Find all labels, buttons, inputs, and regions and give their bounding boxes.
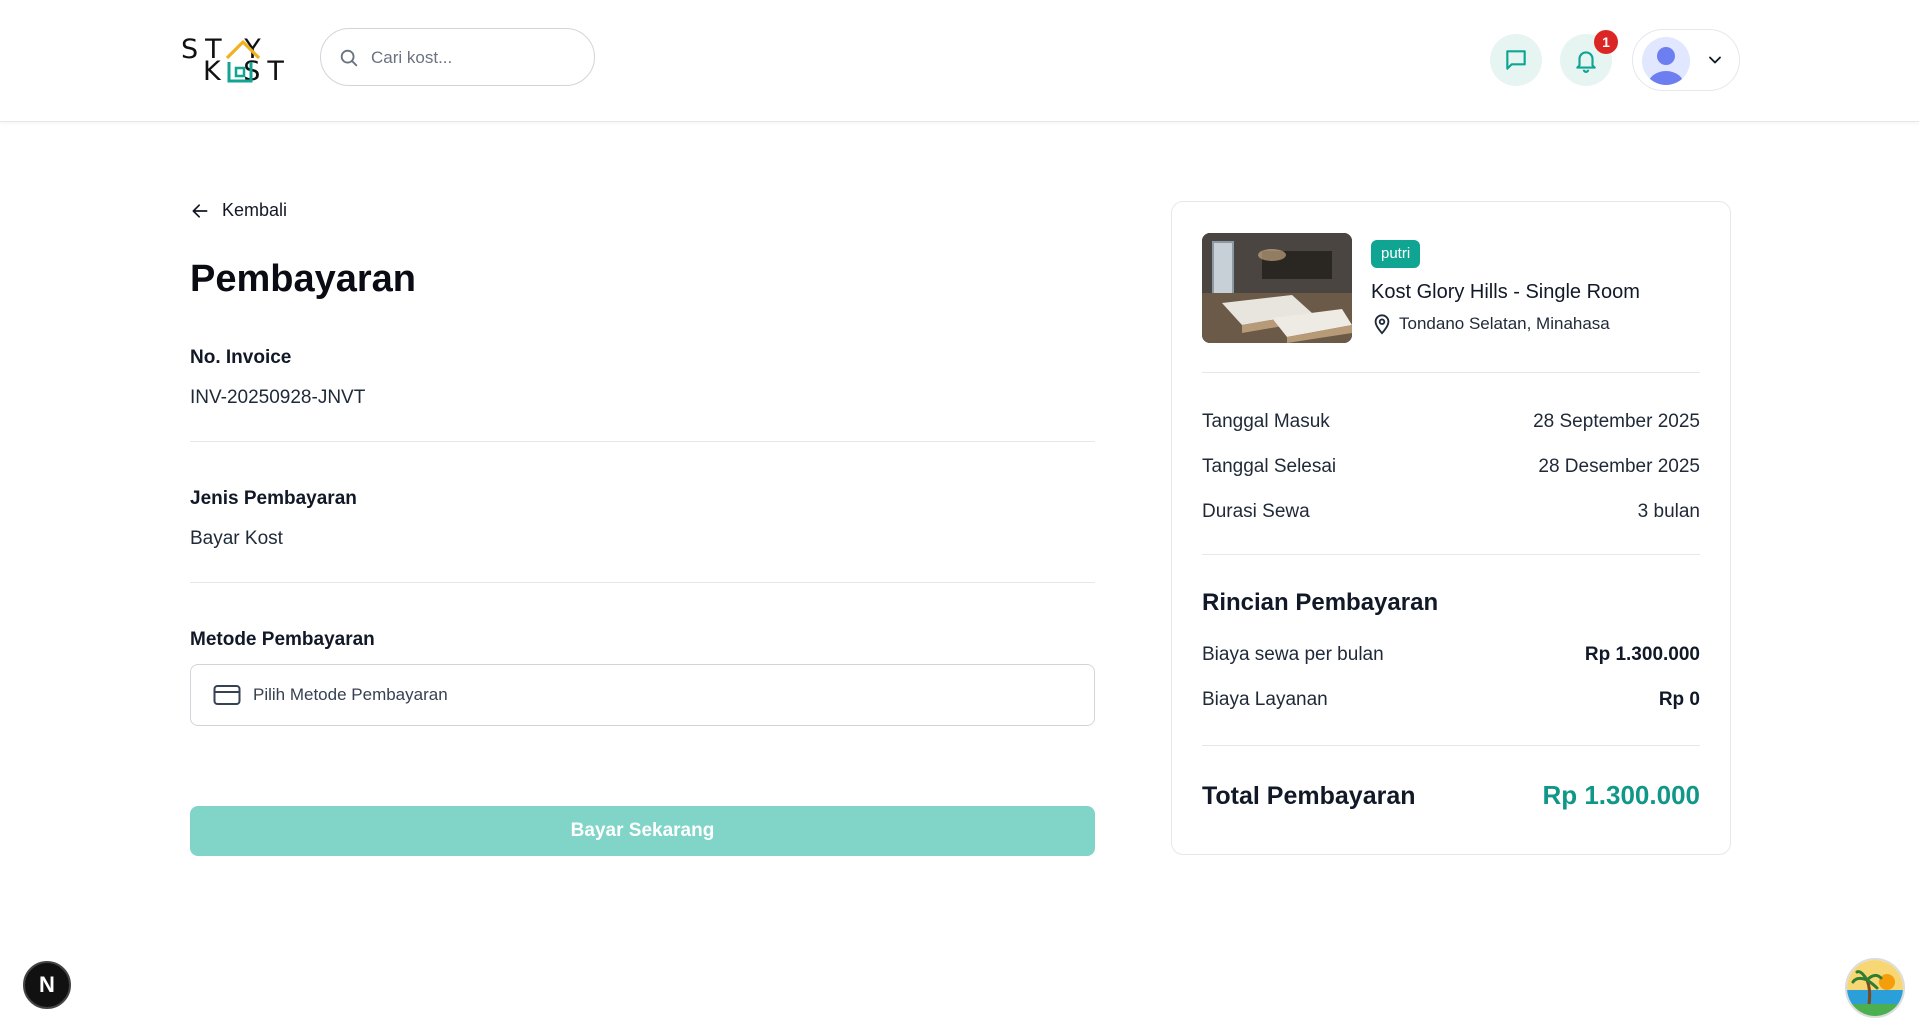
payment-details-title: Rincian Pembayaran [1202, 589, 1439, 616]
duration-row: Durasi Sewa 3 bulan [1202, 501, 1700, 523]
check-in-row: Tanggal Masuk 28 September 2025 [1202, 411, 1700, 433]
pay-now-button[interactable]: Bayar Sekarang [190, 806, 1095, 856]
payment-method-select[interactable]: Pilih Metode Pembayaran [190, 664, 1095, 726]
row-label: Tanggal Selesai [1202, 456, 1337, 477]
invoice-label: No. Invoice [190, 347, 292, 368]
divider [1202, 745, 1700, 746]
invoice-value: INV-20250928-JNVT [190, 387, 366, 408]
divider [190, 441, 1095, 442]
back-label: Kembali [222, 200, 288, 220]
kost-location: Tondano Selatan, Minahasa [1371, 313, 1610, 335]
divider [190, 582, 1095, 583]
search-icon [340, 49, 358, 67]
chat-icon [1506, 50, 1526, 70]
gender-tag: putri [1371, 240, 1421, 268]
row-value: Rp 1.300.000 [1584, 644, 1700, 665]
map-pin-icon [1374, 314, 1390, 335]
nextjs-devtools-button[interactable]: N [23, 961, 71, 1009]
row-label: Biaya Layanan [1202, 689, 1328, 710]
bell-icon [1576, 51, 1596, 73]
row-label: Biaya sewa per bulan [1202, 644, 1384, 665]
divider [1202, 372, 1700, 373]
row-label: Durasi Sewa [1202, 501, 1310, 522]
chevron-down-icon [1709, 56, 1721, 64]
search-input[interactable] [371, 43, 581, 73]
staykost-logo[interactable]: ST Y K ST [181, 36, 299, 86]
row-value: 28 Desember 2025 [1538, 456, 1700, 477]
beach-widget-button[interactable] [1845, 958, 1905, 1018]
row-value: 3 bulan [1637, 501, 1700, 522]
arrow-left-icon [192, 203, 208, 218]
top-navbar: ST Y K ST 1 [0, 0, 1919, 122]
payment-type-label: Jenis Pembayaran [190, 488, 357, 509]
total-label: Total Pembayaran [1202, 782, 1416, 810]
chat-button[interactable] [1490, 34, 1542, 86]
user-menu-button[interactable] [1632, 29, 1740, 91]
search-bar[interactable] [320, 28, 595, 86]
row-value: 28 September 2025 [1533, 411, 1700, 432]
row-label: Tanggal Masuk [1202, 411, 1330, 432]
beach-island-icon [1847, 960, 1903, 1016]
room-photo [1202, 233, 1352, 343]
total-amount: Rp 1.300.000 [1542, 780, 1700, 810]
payment-type-value: Bayar Kost [190, 528, 283, 549]
notification-count-badge: 1 [1594, 30, 1618, 54]
credit-card-icon [213, 685, 241, 705]
payment-method-label: Metode Pembayaran [190, 629, 375, 650]
kost-room-image [1202, 233, 1352, 343]
logo-house-icon [227, 62, 253, 83]
location-text: Tondano Selatan, Minahasa [1399, 314, 1610, 333]
monthly-rent-row: Biaya sewa per bulan Rp 1.300.000 [1202, 644, 1700, 666]
booking-summary-card: putri Kost Glory Hills - Single Room Ton… [1171, 201, 1731, 855]
page-title: Pembayaran [190, 258, 417, 300]
total-row: Total Pembayaran Rp 1.300.000 [1202, 780, 1700, 811]
divider [1202, 554, 1700, 555]
avatar [1642, 37, 1690, 85]
row-value: Rp 0 [1658, 689, 1700, 710]
user-avatar-icon [1648, 47, 1684, 85]
check-out-row: Tanggal Selesai 28 Desember 2025 [1202, 456, 1700, 478]
payment-method-placeholder: Pilih Metode Pembayaran [253, 685, 448, 704]
kost-name: Kost Glory Hills - Single Room [1371, 281, 1640, 303]
back-link[interactable]: Kembali [190, 200, 287, 221]
service-fee-row: Biaya Layanan Rp 0 [1202, 689, 1700, 711]
notification-button[interactable]: 1 [1560, 30, 1618, 86]
